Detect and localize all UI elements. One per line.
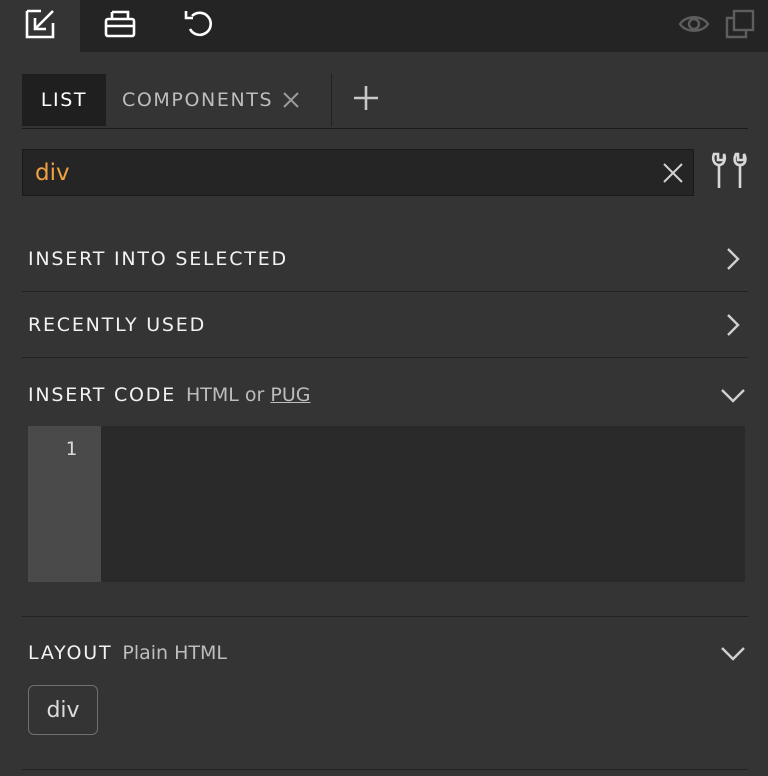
recently-used-label: RECENTLY USED [28,314,207,336]
clear-search-icon[interactable] [661,161,685,185]
settings-button[interactable] [708,150,752,196]
layout-header[interactable]: LAYOUT Plain HTML [22,620,748,686]
layout-subtitle: Plain HTML [122,642,228,664]
plus-icon [353,85,379,115]
search-box [22,149,694,196]
add-tab-button[interactable] [350,84,382,116]
insert-into-selected-label: INSERT INTO SELECTED [28,248,288,270]
tab-separator [331,74,332,126]
insert-code-label: INSERT CODE [28,384,177,406]
recently-used-row[interactable]: RECENTLY USED [22,292,748,358]
section-divider [22,769,748,770]
code-editor[interactable]: 1 [28,426,745,582]
tab-list-label: LIST [40,89,88,111]
chevron-down-icon [720,640,746,666]
chevron-down-icon [720,382,746,408]
duplicate-icon [724,8,756,44]
tab-list[interactable]: LIST [22,74,106,126]
insert-code-title-group: INSERT CODE HTML or PUG [28,362,311,428]
close-tab-icon[interactable] [281,90,301,110]
undo-icon [183,7,217,45]
undo-button[interactable] [160,0,240,52]
layout-title-group: LAYOUT Plain HTML [28,620,227,686]
insert-code-header[interactable]: INSERT CODE HTML or PUG [22,362,748,428]
duplicate-button[interactable] [720,0,760,52]
print-icon [103,9,137,43]
insert-panel-button[interactable] [0,0,80,52]
insert-into-selected-row[interactable]: INSERT INTO SELECTED [22,226,748,292]
top-toolbar [0,0,768,52]
section-divider [22,616,748,617]
visibility-button[interactable] [674,0,714,52]
insert-code-subtitle: HTML or PUG [186,384,311,406]
chevron-right-icon [720,312,746,338]
pug-link[interactable]: PUG [270,384,310,406]
panel-tabs: LIST COMPONENTS [22,74,748,129]
layout-label: LAYOUT [28,642,113,664]
layout-chip-div[interactable]: div [28,685,98,735]
search-input[interactable] [23,150,643,195]
insert-code-sub-prefix: HTML or [186,384,265,406]
tab-components-label: COMPONENTS [122,89,274,111]
editor-gutter: 1 [28,426,101,582]
line-number: 1 [65,438,77,460]
eye-icon [678,13,710,39]
insert-panel-icon [23,7,57,45]
tab-components[interactable]: COMPONENTS [122,74,301,126]
tools-icon [710,151,750,195]
chevron-right-icon [720,246,746,272]
print-button[interactable] [80,0,160,52]
